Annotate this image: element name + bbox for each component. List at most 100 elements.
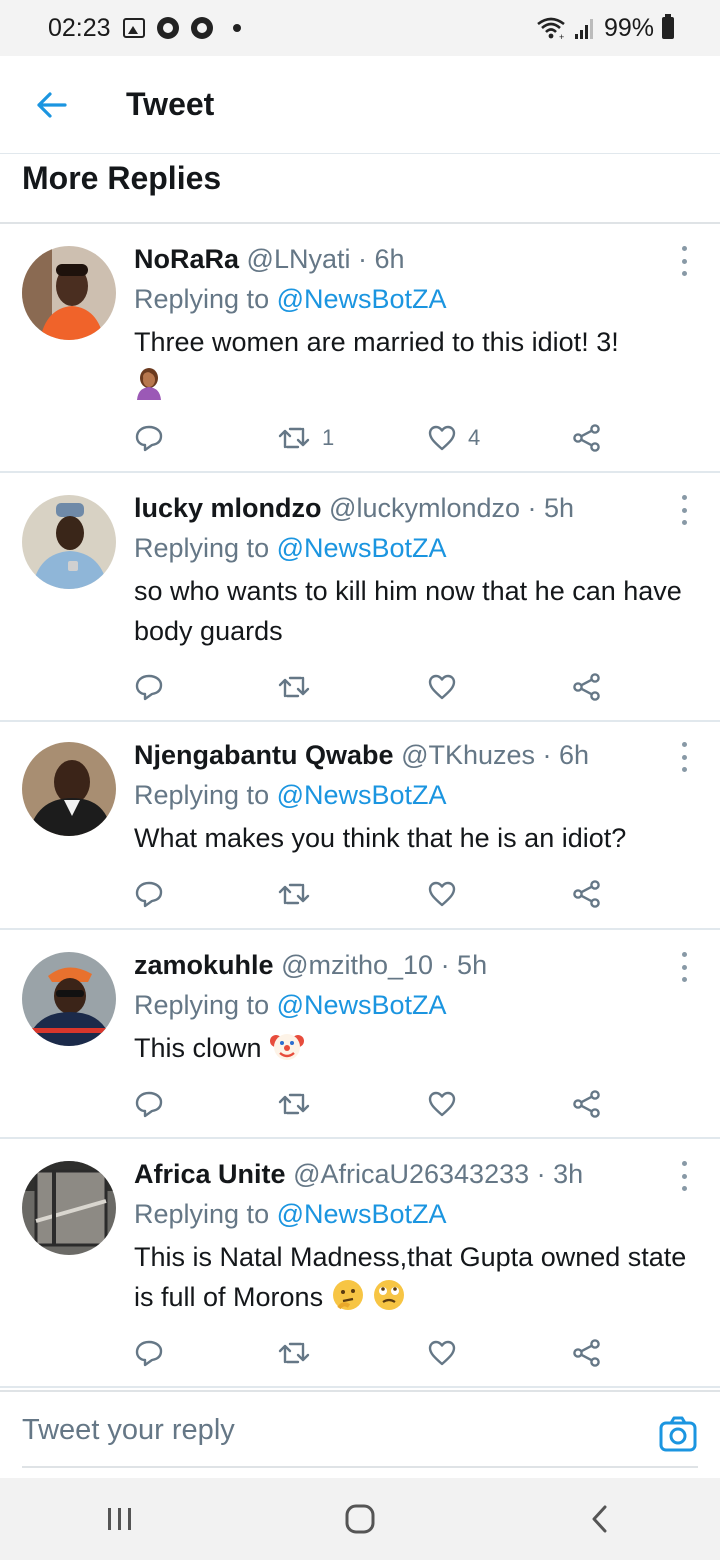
screen: 02:23 + 99% Tweet More Replies NoRaRa @L… <box>0 0 720 1560</box>
user-handle[interactable]: @AfricaU26343233 <box>293 1159 529 1189</box>
user-handle[interactable]: @TKhuzes <box>401 740 535 770</box>
more-options-icon[interactable] <box>678 495 690 525</box>
reply-icon <box>135 1340 163 1367</box>
tweet-actions: 1 4 <box>134 418 634 458</box>
avatar[interactable] <box>22 495 116 589</box>
tweet-time: · 5h <box>440 950 488 980</box>
tweet-header: Africa Unite @AfricaU26343233 · 3h <box>134 1155 690 1193</box>
retweet-button[interactable] <box>278 1084 322 1124</box>
avatar[interactable] <box>22 246 116 340</box>
tweet-actions <box>134 1333 634 1373</box>
heart-icon <box>428 1340 456 1366</box>
user-name[interactable]: zamokuhle <box>134 950 274 980</box>
reply-button[interactable] <box>134 874 164 914</box>
tweet-content: Njengabantu Qwabe @TKhuzes · 6h Replying… <box>134 736 690 858</box>
tweet-text: so who wants to kill him now that he can… <box>134 576 682 646</box>
tweet-actions <box>134 874 634 914</box>
replying-to: Replying to @NewsBotZA <box>134 774 690 816</box>
share-icon <box>573 1090 600 1118</box>
user-handle[interactable]: @LNyati <box>247 244 351 274</box>
heart-icon <box>428 881 456 907</box>
replying-prefix: Replying to <box>134 533 270 563</box>
tweet-item[interactable]: NoRaRa @LNyati · 6h Replying to @NewsBot… <box>0 224 720 473</box>
user-name[interactable]: NoRaRa <box>134 244 239 274</box>
status-right: + 99% <box>536 14 674 43</box>
tweet-time: · 5h <box>527 493 575 523</box>
more-options-icon[interactable] <box>678 742 690 772</box>
tweet-time: · 6h <box>358 244 405 274</box>
like-button[interactable]: 4 <box>428 418 480 458</box>
avatar[interactable] <box>22 742 116 836</box>
retweet-button[interactable] <box>278 667 322 707</box>
more-options-icon[interactable] <box>678 246 690 276</box>
tweet-text-content: Three women are married to this idiot! 3… <box>134 327 619 357</box>
camera-button[interactable] <box>658 1414 698 1454</box>
tweet-text: This clown <box>134 1028 690 1068</box>
camera-icon <box>659 1416 697 1452</box>
share-button[interactable] <box>572 418 602 458</box>
avatar[interactable] <box>22 952 116 1046</box>
user-name[interactable]: Njengabantu Qwabe <box>134 740 394 770</box>
tweet-item[interactable]: Njengabantu Qwabe @TKhuzes · 6h Replying… <box>0 722 720 930</box>
mention-link[interactable]: @NewsBotZA <box>277 284 447 314</box>
chrome-icon <box>190 17 213 39</box>
divider <box>22 1466 698 1468</box>
more-options-icon[interactable] <box>678 952 690 982</box>
retweet-button[interactable]: 1 <box>278 418 334 458</box>
tweet-actions <box>134 1084 634 1124</box>
reply-icon <box>135 425 163 452</box>
tweet-item[interactable]: lucky mlondzo @luckymlondzo · 5h Replyin… <box>0 473 720 722</box>
share-button[interactable] <box>572 1084 602 1124</box>
tweet-item[interactable]: zamokuhle @mzitho_10 · 5h Replying to @N… <box>0 930 720 1139</box>
status-time: 02:23 <box>48 13 111 42</box>
like-button[interactable] <box>428 1333 468 1373</box>
retweet-icon <box>278 1093 310 1115</box>
home-button[interactable] <box>320 1489 400 1549</box>
user-name[interactable]: Africa Unite <box>134 1159 286 1189</box>
reply-composer <box>0 1390 720 1470</box>
replying-to: Replying to @NewsBotZA <box>134 527 690 569</box>
recent-apps-icon <box>108 1508 131 1530</box>
reply-button[interactable] <box>134 667 164 707</box>
tweet-time: · 6h <box>542 740 590 770</box>
eye-roll-emoji <box>374 1280 405 1310</box>
share-button[interactable] <box>572 874 602 914</box>
like-button[interactable] <box>428 667 468 707</box>
battery-percent: 99% <box>603 13 654 42</box>
recent-apps-button[interactable] <box>80 1489 160 1549</box>
battery-icon <box>662 14 674 39</box>
thinking-emoji <box>332 1280 363 1310</box>
mention-link[interactable]: @NewsBotZA <box>277 533 447 563</box>
reply-button[interactable] <box>134 418 164 458</box>
signal-icon <box>574 19 593 39</box>
svg-text:+: + <box>559 32 564 40</box>
mention-link[interactable]: @NewsBotZA <box>277 1199 447 1229</box>
retweet-button[interactable] <box>278 1333 322 1373</box>
replying-to: Replying to @NewsBotZA <box>134 278 690 320</box>
mention-link[interactable]: @NewsBotZA <box>277 780 447 810</box>
reply-input[interactable] <box>22 1414 622 1447</box>
back-nav-button[interactable] <box>560 1489 640 1549</box>
share-button[interactable] <box>572 667 602 707</box>
more-options-icon[interactable] <box>678 1161 690 1191</box>
reply-icon <box>135 674 163 701</box>
user-name[interactable]: lucky mlondzo <box>134 493 322 523</box>
mention-link[interactable]: @NewsBotZA <box>277 990 447 1020</box>
tweet-item[interactable]: Africa Unite @AfricaU26343233 · 3h Reply… <box>0 1139 720 1388</box>
reply-button[interactable] <box>134 1084 164 1124</box>
like-button[interactable] <box>428 874 468 914</box>
back-button[interactable] <box>22 75 82 135</box>
reply-button[interactable] <box>134 1333 164 1373</box>
dot-icon <box>232 24 241 32</box>
like-button[interactable] <box>428 1084 468 1124</box>
top-app-bar: Tweet <box>0 56 720 154</box>
avatar[interactable] <box>22 1161 116 1255</box>
user-handle[interactable]: @mzitho_10 <box>281 950 433 980</box>
retweet-button[interactable] <box>278 874 322 914</box>
reply-icon <box>135 1091 163 1118</box>
retweet-icon <box>278 1342 310 1364</box>
share-button[interactable] <box>572 1333 602 1373</box>
user-handle[interactable]: @luckymlondzo <box>329 493 520 523</box>
heart-icon <box>428 425 456 451</box>
heart-icon <box>428 1091 456 1117</box>
